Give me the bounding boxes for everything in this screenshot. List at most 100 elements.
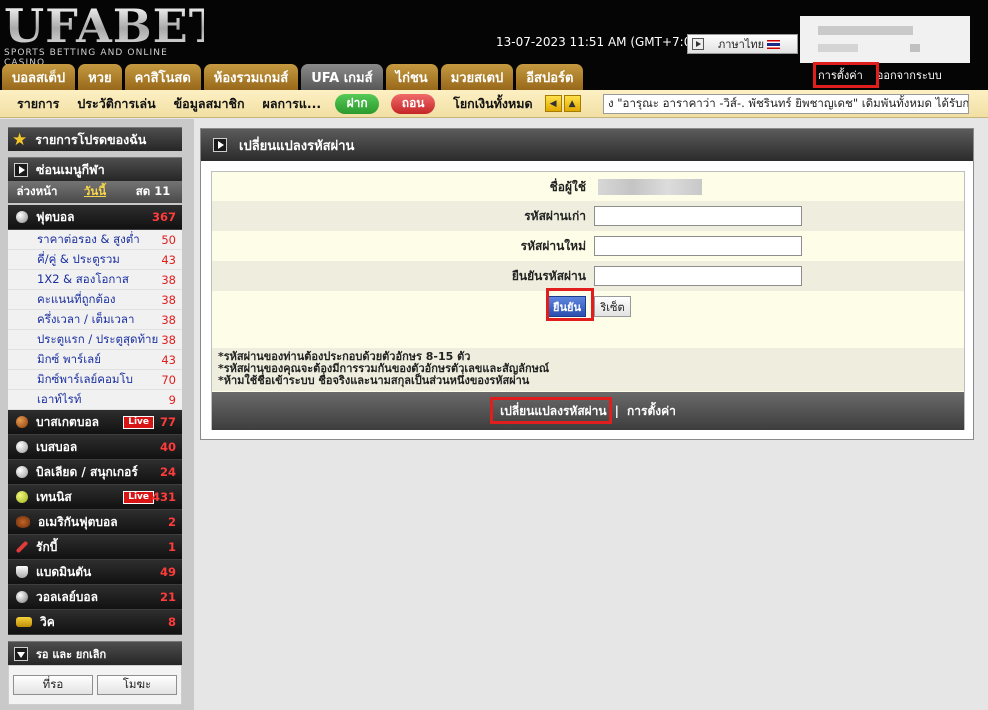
sport-cricket[interactable]: วิค 8 [8,610,182,635]
sub-handicap-ou[interactable]: ราคาต่อรอง & สูงต่ำ 50 [8,230,182,250]
new-password-input[interactable] [594,236,802,256]
tab-boxing-step[interactable]: มวยสเตป [440,64,514,90]
sub-label: คะแนนที่ถูกต้อง [37,291,116,306]
reset-button[interactable]: ริเซ็ต [594,296,631,317]
arrow-up-icon[interactable]: ▲ [563,95,581,112]
american-football-icon [16,516,30,528]
menu-bet-history[interactable]: ประวัติการเล่น [77,94,155,114]
sub-mix-parlay-combo[interactable]: มิกซ์พาร์เลย์คอมโบ 70 [8,370,182,390]
sport-label: วอลเลย์บอล [36,589,98,604]
settings-highlight-box [813,62,879,88]
account-info-panel [800,16,970,63]
volleyball-icon [16,591,28,603]
panel-header: เปลี่ยนแปลงรหัสผ่าน [201,129,973,161]
favorites-label: รายการโปรดของฉัน [35,131,147,147]
confirm-highlight-box [546,288,594,321]
tab-today[interactable]: วันนี้ [66,183,124,201]
thai-flag-icon [767,39,781,49]
sport-label: แบดมินตัน [36,564,92,579]
product-tabs: บอลสเต็ป หวย คาสิโนสด ห้องรวมเกมส์ UFA เ… [2,64,586,90]
sub-label: มิกซ์ พาร์เลย์ [37,351,101,366]
live-badge: Live [123,490,154,504]
sub-label: เอาท์ไรท์ [37,391,82,406]
basketball-icon [16,416,28,428]
panel-play-icon [213,138,227,152]
sport-badminton[interactable]: แบดมินตัน 49 [8,560,182,585]
logo-brand: UFABET [4,0,224,53]
hide-sports-menu-header[interactable]: ซ่อนเมนูกีฬา [8,157,182,181]
logout-link[interactable]: ออกจากระบบ [877,66,942,84]
tab-cockfight[interactable]: ไก่ชน [385,64,438,90]
new-password-row: รหัสผ่านใหม่ [212,231,964,261]
footer-settings-link[interactable]: การตั้งค่า [627,402,676,421]
dropdown-icon [692,38,704,50]
transfer-all-link[interactable]: โยกเงินทั้งหมด [453,94,532,114]
tab-step-football[interactable]: บอลสเต็ป [2,64,76,90]
pending-buttons: ที่รอ โมฆะ [8,665,182,705]
footer-separator: | [614,404,620,418]
sport-count: 2 [167,515,176,529]
tab-early[interactable]: ล่วงหน้า [8,183,66,201]
sub-first-last-goal[interactable]: ประตูแรก / ประตูสุดท้าย 38 [8,330,182,350]
tennis-ball-icon [16,491,28,503]
tab-game-room[interactable]: ห้องรวมเกมส์ [203,64,299,90]
sport-american-football[interactable]: อเมริกันฟุตบอล 2 [8,510,182,535]
tab-lottery[interactable]: หวย [78,64,122,90]
sub-label: 1X2 & สองโอกาส [37,271,129,286]
sub-count: 38 [161,312,176,327]
sport-count: 77 [159,415,176,429]
sub-odd-even[interactable]: คี่/คู่ & ประตูรวม 43 [8,250,182,270]
sport-count: 49 [159,565,176,579]
withdraw-button[interactable]: ถอน [391,93,436,114]
sports-sidebar: ★ รายการโปรดของฉัน ซ่อนเมนูกีฬา ล่วงหน้า… [0,119,194,710]
sub-label: ประตูแรก / ประตูสุดท้าย [37,331,159,346]
confirm-password-input[interactable] [594,266,802,286]
sport-label: ฟุตบอล [36,209,75,224]
tab-live-casino[interactable]: คาสิโนสด [124,64,201,90]
void-button[interactable]: โมฆะ [97,675,177,695]
tab-esports[interactable]: อีสปอร์ต [516,64,584,90]
change-password-panel: เปลี่ยนแปลงรหัสผ่าน ชื่อผู้ใช้ รหัสผ่านเ… [200,128,974,440]
deposit-button[interactable]: ฝาก [335,93,380,114]
sub-count: 50 [161,232,176,247]
sub-half-full-time[interactable]: ครึ่งเวลา / เต็มเวลา 38 [8,310,182,330]
favorites-header[interactable]: ★ รายการโปรดของฉัน [8,127,182,151]
change-password-form: ชื่อผู้ใช้ รหัสผ่านเก่า รหัสผ่านใหม่ ยืน… [211,171,965,430]
blurred-detail [910,44,920,52]
ufabet-logo[interactable]: UFABET SPORTS BETTING AND ONLINE CASINO [4,0,224,68]
tab-live[interactable]: สด 11 [124,183,182,201]
sport-count: 431 [151,490,176,504]
pending-void-header[interactable]: รอ และ ยกเลิก [8,641,182,665]
language-selector[interactable]: ภาษาไทย [687,34,798,54]
sport-basketball[interactable]: บาสเกตบอล Live 77 [8,410,182,435]
pending-button[interactable]: ที่รอ [13,675,93,695]
sport-tennis[interactable]: เทนนิส Live 431 [8,485,182,510]
billiard-ball-icon [16,466,28,478]
sport-baseball[interactable]: เบสบอล 40 [8,435,182,460]
sport-label: รักบี้ [36,539,58,554]
confirm-password-label: ยืนยันรหัสผ่าน [511,268,586,283]
sport-rugby[interactable]: รักบี้ 1 [8,535,182,560]
sport-count: 8 [167,615,176,629]
menu-member-info[interactable]: ข้อมูลสมาชิก [174,94,245,114]
sub-count: 9 [168,392,176,407]
tab-ufa-games[interactable]: UFA เกมส์ [301,64,383,90]
sub-count: 43 [161,252,176,267]
sport-label: วิค [40,614,55,629]
sub-mix-parlay[interactable]: มิกซ์ พาร์เลย์ 43 [8,350,182,370]
menu-bet-list[interactable]: รายการ [17,94,59,114]
rugby-icon [15,540,29,554]
sport-football[interactable]: ฟุตบอล 367 [8,205,182,230]
menu-results[interactable]: ผลการแ... [263,94,322,114]
sub-count: 38 [161,292,176,307]
sport-billiards[interactable]: บิลเลียด / สนุกเกอร์ 24 [8,460,182,485]
sub-outright[interactable]: เอาท์ไรท์ 9 [8,390,182,410]
old-password-input[interactable] [594,206,802,226]
sport-volleyball[interactable]: วอลเลย์บอล 21 [8,585,182,610]
arrow-left-icon[interactable]: ◀ [544,95,562,112]
sub-count: 38 [161,332,176,347]
sub-1x2[interactable]: 1X2 & สองโอกาส 38 [8,270,182,290]
sub-correct-score[interactable]: คะแนนที่ถูกต้อง 38 [8,290,182,310]
sub-count: 70 [161,372,176,387]
sport-count: 40 [159,440,176,454]
